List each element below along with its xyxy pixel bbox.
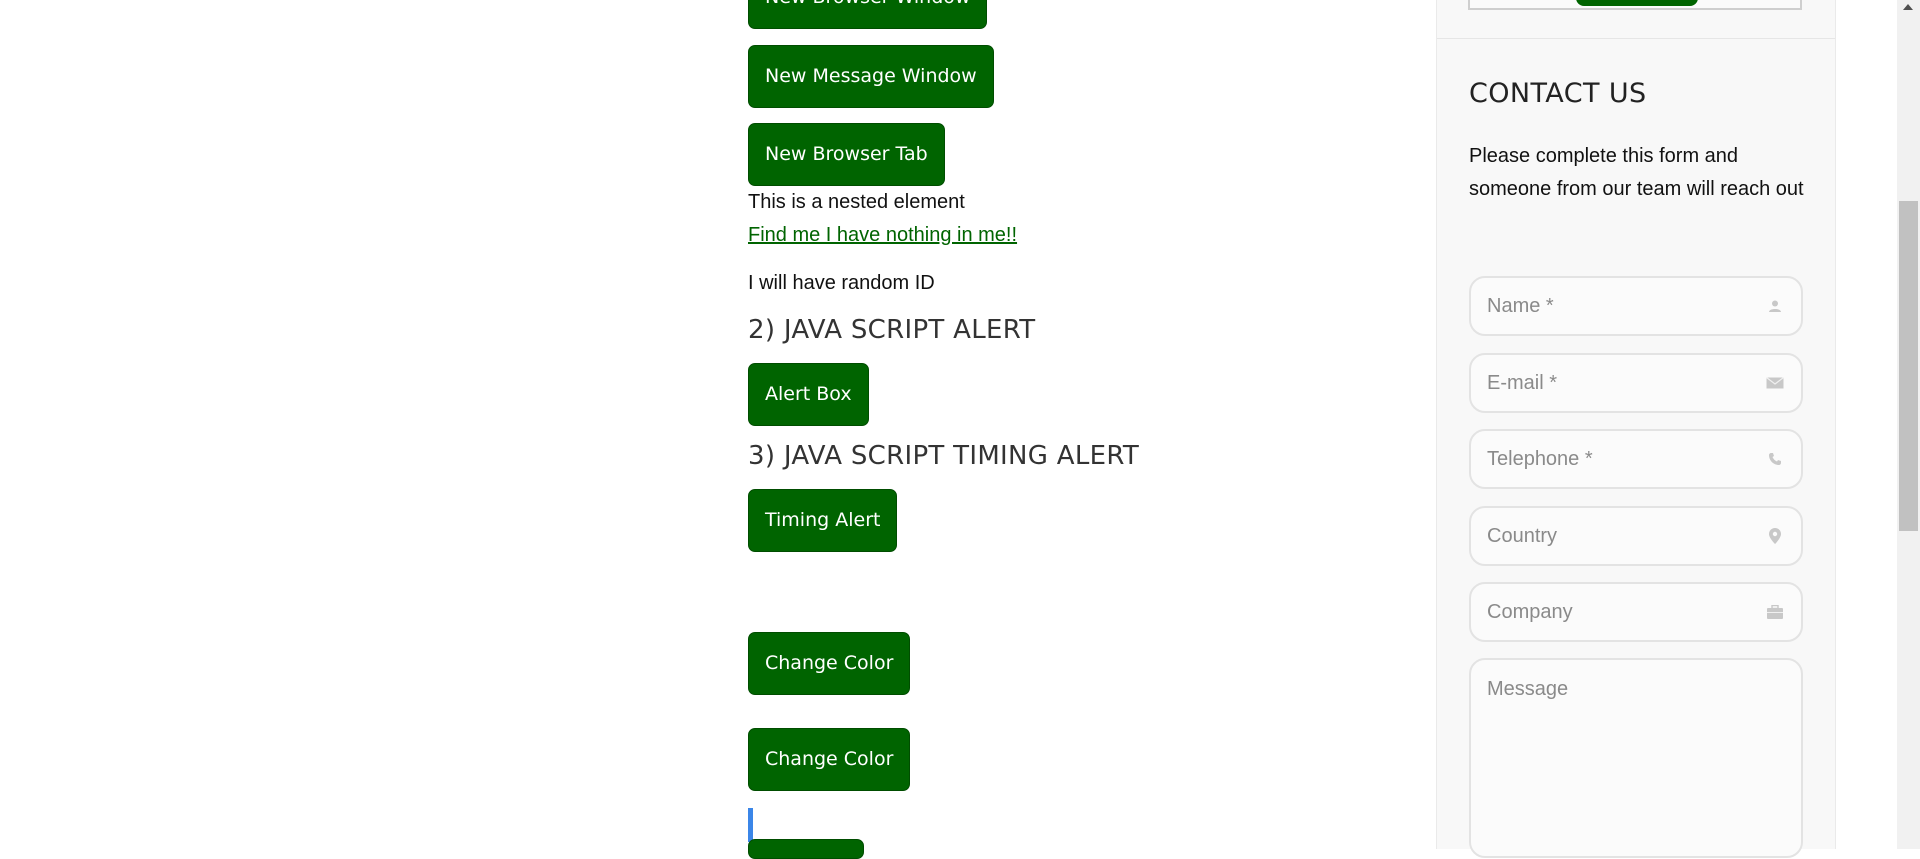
briefcase-icon	[1765, 602, 1785, 622]
timing-alert-button[interactable]: Timing Alert	[748, 489, 898, 552]
telephone-field[interactable]: Telephone *	[1469, 429, 1803, 489]
new-browser-tab-button[interactable]: New Browser Tab	[748, 123, 945, 186]
name-field[interactable]: Name *	[1469, 276, 1803, 336]
page-scrollbar[interactable]	[1897, 0, 1920, 849]
company-placeholder: Company	[1487, 600, 1573, 623]
text-cursor	[748, 808, 753, 842]
sidebar-divider	[1437, 38, 1835, 39]
phone-icon	[1765, 449, 1785, 469]
name-placeholder: Name *	[1487, 294, 1554, 317]
find-me-link[interactable]: Find me I have nothing in me!!	[748, 224, 1017, 247]
telephone-placeholder: Telephone *	[1487, 447, 1593, 470]
js-alert-heading: 2) JAVA SCRIPT ALERT	[748, 315, 1036, 345]
new-browser-window-button[interactable]: New Browser Window	[748, 0, 988, 29]
random-id-text: I will have random ID	[748, 272, 935, 294]
change-color-button-2[interactable]: Change Color	[748, 728, 911, 791]
country-placeholder: Country	[1487, 524, 1558, 547]
new-message-window-button[interactable]: New Message Window	[748, 45, 994, 108]
message-field[interactable]: Message	[1469, 658, 1803, 858]
contact-sidebar: CONTACT US Please complete this form and…	[1436, 0, 1836, 858]
scrollbar-thumb[interactable]	[1899, 201, 1918, 531]
sidebar-top-button[interactable]	[1576, 0, 1698, 6]
user-icon	[1765, 296, 1785, 316]
alert-box-button[interactable]: Alert Box	[748, 363, 869, 426]
js-timing-alert-heading: 3) JAVA SCRIPT TIMING ALERT	[748, 441, 1140, 471]
message-placeholder: Message	[1487, 678, 1569, 700]
company-field[interactable]: Company	[1469, 582, 1803, 642]
nested-element-text: This is a nested element	[748, 191, 965, 213]
scroll-up-arrow-icon[interactable]	[1903, 4, 1913, 10]
envelope-icon	[1765, 373, 1785, 393]
email-placeholder: E-mail *	[1487, 371, 1558, 394]
email-field[interactable]: E-mail *	[1469, 353, 1803, 413]
partial-button[interactable]	[748, 839, 864, 859]
map-pin-icon	[1765, 526, 1785, 546]
contact-title: CONTACT US	[1469, 78, 1647, 109]
change-color-button[interactable]: Change Color	[748, 632, 911, 695]
contact-description: Please complete this form and someone fr…	[1469, 145, 1804, 200]
country-field[interactable]: Country	[1469, 506, 1803, 566]
